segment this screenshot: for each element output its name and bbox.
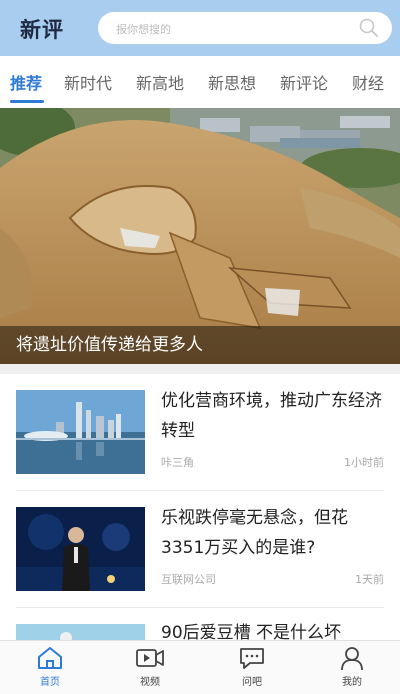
tab-new-era[interactable]: 新时代 xyxy=(64,70,112,94)
nav-home[interactable]: 首页 xyxy=(20,645,80,693)
news-item[interactable]: 优化营商环境，推动广东经济转型 咔三角 1小时前 xyxy=(0,374,400,490)
bottom-nav: 首页 视频 问吧 我的 xyxy=(0,640,400,694)
news-time: 1小时前 xyxy=(344,456,384,469)
nav-home-label: 首页 xyxy=(40,677,60,688)
search-bar[interactable]: 报你想搜的 xyxy=(98,12,392,44)
home-icon xyxy=(38,647,62,669)
user-icon xyxy=(341,647,363,671)
nav-mine[interactable]: 我的 xyxy=(322,645,382,693)
tab-finance[interactable]: 财经 xyxy=(352,70,384,94)
search-placeholder: 报你想搜的 xyxy=(116,23,171,36)
tab-recommend[interactable]: 推荐 xyxy=(10,70,42,94)
section-gap xyxy=(0,364,400,374)
nav-video-label: 视频 xyxy=(140,677,160,688)
tab-new-thought[interactable]: 新思想 xyxy=(208,70,256,94)
news-source: 互联网公司 xyxy=(161,573,216,586)
news-item[interactable]: 乐视跌停毫无悬念，但花3351万买入的是谁? 互联网公司 1天前 xyxy=(0,491,400,607)
video-icon xyxy=(136,649,164,667)
news-item[interactable]: 90后爱豆槽 不是什么坏 xyxy=(0,608,400,640)
tab-new-highland[interactable]: 新高地 xyxy=(136,70,184,94)
category-tabs: 推荐 新时代 新高地 新思想 新评论 财经 xyxy=(0,56,400,108)
app-logo: 新评 xyxy=(20,17,64,42)
news-time: 1天前 xyxy=(355,573,384,586)
banner-caption: 将遗址价值传递给更多人 xyxy=(16,335,203,355)
news-source: 咔三角 xyxy=(161,456,194,469)
news-title: 乐视跌停毫无悬念，但花3351万买入的是谁? xyxy=(161,508,348,558)
headline-banner[interactable]: 将遗址价值传递给更多人 xyxy=(0,108,400,364)
app-header: 新评 报你想搜的 xyxy=(0,0,400,56)
news-title: 90后爱豆槽 不是什么坏 xyxy=(161,623,342,640)
nav-video[interactable]: 视频 xyxy=(120,645,180,693)
news-title: 优化营商环境，推动广东经济转型 xyxy=(161,391,382,441)
tab-new-comment[interactable]: 新评论 xyxy=(280,70,328,94)
search-icon[interactable] xyxy=(358,17,380,39)
nav-ask[interactable]: 问吧 xyxy=(222,645,282,693)
nav-mine-label: 我的 xyxy=(342,677,362,688)
news-thumbnail xyxy=(16,390,145,474)
nav-ask-label: 问吧 xyxy=(242,677,262,688)
news-thumbnail xyxy=(16,507,145,591)
news-thumbnail xyxy=(16,624,145,640)
chat-icon xyxy=(240,648,264,669)
active-tab-indicator xyxy=(10,100,44,103)
